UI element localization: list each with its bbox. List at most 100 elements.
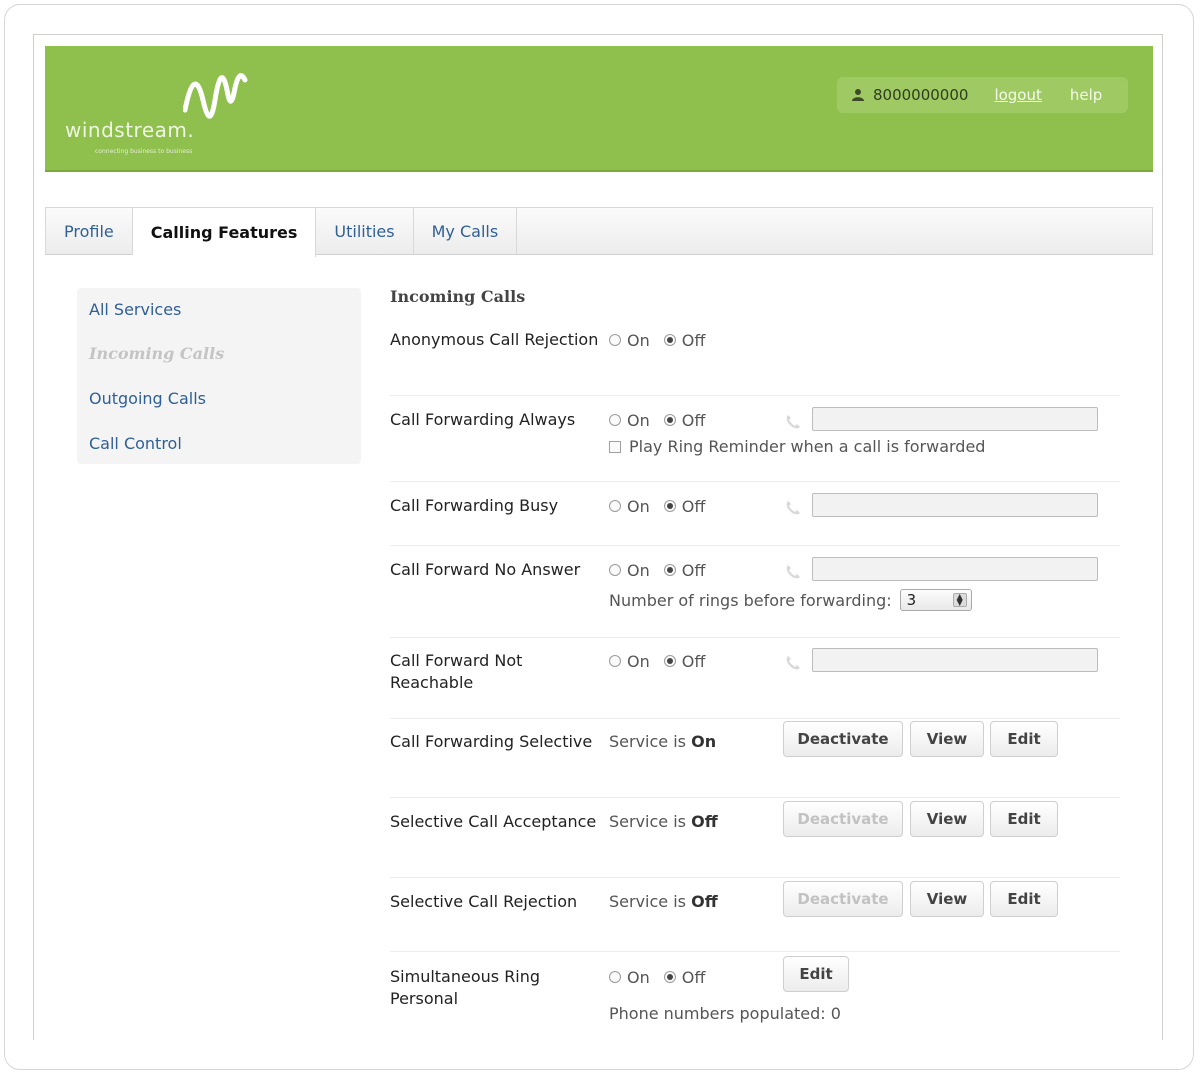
service-status: Service is On — [609, 731, 716, 753]
forward-to-number-input[interactable] — [812, 493, 1098, 517]
sidebar-item-call-control[interactable]: Call Control — [89, 434, 182, 453]
radio-on-label: On — [627, 330, 650, 350]
radio-on[interactable] — [609, 971, 621, 983]
rings-option: Number of rings before forwarding: 3 ▲ ▼ — [609, 589, 972, 611]
feature-row-call-forward-not-reachable: Call Forward Not Reachable On Off — [390, 648, 1120, 719]
radio-on-label: On — [627, 496, 650, 516]
sidebar-nav: All Services Incoming Calls Outgoing Cal… — [77, 288, 361, 464]
radio-off-label: Off — [681, 651, 706, 671]
feature-row-selective-call-rejection: Selective Call Rejection Service is Off … — [390, 881, 1120, 952]
phone-icon — [786, 501, 800, 515]
on-off-radio-group: On Off — [609, 650, 713, 672]
deactivate-button[interactable]: Deactivate — [783, 721, 903, 757]
ring-reminder-label: Play Ring Reminder when a call is forwar… — [629, 437, 986, 456]
deactivate-button[interactable]: Deactivate — [783, 801, 903, 837]
feature-label: Call Forward Not Reachable — [390, 651, 523, 692]
rings-select-value: 3 — [906, 591, 917, 609]
radio-off[interactable] — [663, 334, 676, 346]
on-off-radio-group: On Off — [609, 966, 713, 988]
feature-label: Call Forwarding Selective — [390, 732, 593, 751]
edit-button[interactable]: Edit — [783, 956, 849, 992]
user-phone-number: 8000000000 — [873, 86, 969, 104]
feature-row-call-forwarding-selective: Call Forwarding Selective Service is On … — [390, 721, 1120, 798]
feature-label: Call Forwarding Busy — [390, 496, 559, 515]
browser-page: windstream. connecting business to busin… — [33, 34, 1163, 1040]
windstream-logo[interactable]: windstream. connecting business to busin… — [65, 70, 265, 160]
tab-profile[interactable]: Profile — [46, 208, 133, 255]
feature-row-selective-call-acceptance: Selective Call Acceptance Service is Off… — [390, 801, 1120, 878]
phone-icon — [786, 415, 800, 429]
feature-row-call-forwarding-always: Call Forwarding Always On Off Play Ring … — [390, 407, 1120, 482]
brand-wordmark: windstream. — [65, 118, 195, 142]
radio-on-label: On — [627, 410, 650, 430]
edit-button[interactable]: Edit — [990, 881, 1058, 917]
rings-label: Number of rings before forwarding: — [609, 590, 892, 610]
phone-icon — [786, 656, 800, 670]
radio-off[interactable] — [663, 655, 676, 667]
feature-label: Selective Call Acceptance — [390, 812, 597, 831]
feature-row-call-forwarding-busy: Call Forwarding Busy On Off — [390, 493, 1120, 546]
radio-off-label: Off — [681, 410, 706, 430]
help-link[interactable]: help — [1070, 86, 1102, 104]
site-header: windstream. connecting business to busin… — [45, 46, 1153, 172]
deactivate-button[interactable]: Deactivate — [783, 881, 903, 917]
radio-off-label: Off — [681, 330, 706, 350]
feature-row-call-forward-no-answer: Call Forward No Answer On Off Number of … — [390, 557, 1120, 638]
service-status-prefix: Service is — [609, 892, 686, 911]
radio-on-label: On — [627, 560, 650, 580]
radio-on[interactable] — [609, 414, 621, 426]
view-button[interactable]: View — [910, 881, 984, 917]
radio-on[interactable] — [609, 334, 621, 346]
ring-reminder-option: Play Ring Reminder when a call is forwar… — [609, 437, 985, 456]
phone-numbers-populated: Phone numbers populated: 0 — [609, 1004, 841, 1023]
view-button[interactable]: View — [910, 721, 984, 757]
radio-on[interactable] — [609, 500, 621, 512]
section-title: Incoming Calls — [390, 287, 526, 306]
feature-label: Simultaneous Ring Personal — [390, 967, 541, 1008]
service-status: Service is Off — [609, 811, 718, 833]
radio-on[interactable] — [609, 655, 621, 667]
radio-on-label: On — [627, 967, 650, 987]
tab-utilities[interactable]: Utilities — [316, 208, 414, 255]
on-off-radio-group: On Off — [609, 495, 713, 517]
feature-label: Call Forward No Answer — [390, 560, 581, 579]
brand-tagline: connecting business to business — [95, 148, 193, 155]
feature-row-anonymous-call-rejection: Anonymous Call Rejection On Off — [390, 329, 1120, 396]
sidebar-item-all-services[interactable]: All Services — [89, 300, 181, 319]
view-button[interactable]: View — [910, 801, 984, 837]
tab-my-calls[interactable]: My Calls — [414, 208, 518, 255]
radio-on[interactable] — [609, 564, 621, 576]
ring-reminder-checkbox[interactable] — [609, 440, 621, 453]
radio-on-label: On — [627, 651, 650, 671]
edit-button[interactable]: Edit — [990, 721, 1058, 757]
radio-off-label: Off — [681, 496, 706, 516]
radio-off[interactable] — [663, 564, 676, 576]
forward-to-number-input[interactable] — [812, 648, 1098, 672]
on-off-radio-group: On Off — [609, 329, 713, 351]
radio-off[interactable] — [663, 971, 676, 983]
forward-to-number-input[interactable] — [812, 557, 1098, 581]
on-off-radio-group: On Off — [609, 559, 713, 581]
rings-select[interactable]: 3 ▲ ▼ — [899, 589, 972, 611]
forward-to-number-input[interactable] — [812, 407, 1098, 431]
feature-label: Selective Call Rejection — [390, 892, 578, 911]
feature-label: Anonymous Call Rejection — [390, 330, 599, 349]
user-icon — [852, 89, 864, 101]
edit-button[interactable]: Edit — [990, 801, 1058, 837]
service-status-prefix: Service is — [609, 812, 686, 831]
on-off-radio-group: On Off — [609, 409, 713, 431]
radio-off[interactable] — [663, 414, 676, 426]
logout-link[interactable]: logout — [994, 86, 1041, 104]
tab-calling-features[interactable]: Calling Features — [132, 208, 317, 257]
feature-row-simultaneous-ring-personal: Simultaneous Ring Personal On Off Edit P… — [390, 956, 1120, 1040]
radio-off-label: Off — [681, 560, 706, 580]
service-status-value: Off — [691, 892, 718, 911]
service-status-value: Off — [691, 812, 718, 831]
feature-label: Call Forwarding Always — [390, 410, 576, 429]
phone-icon — [786, 565, 800, 579]
radio-off[interactable] — [663, 500, 676, 512]
sidebar-item-outgoing-calls[interactable]: Outgoing Calls — [89, 389, 206, 408]
select-arrows-icon: ▲ ▼ — [952, 593, 967, 607]
user-panel: 8000000000 logout help — [837, 77, 1128, 113]
sidebar-item-incoming-calls[interactable]: Incoming Calls — [89, 344, 224, 363]
